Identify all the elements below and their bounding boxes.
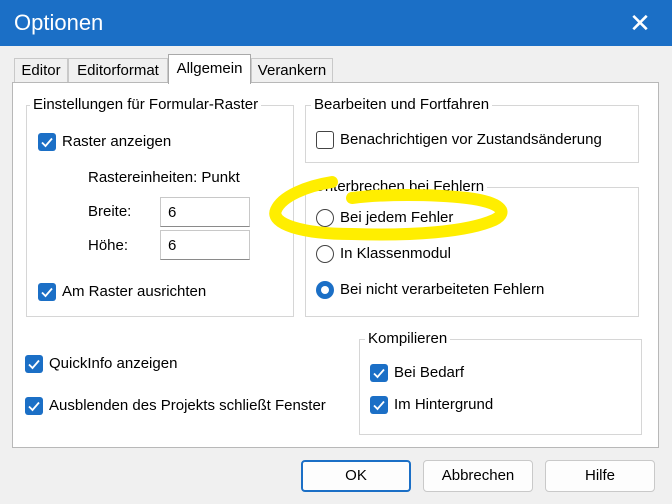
help-button[interactable]: Hilfe: [545, 460, 655, 492]
notify-before-state-change-checkbox[interactable]: [316, 131, 334, 149]
show-grid-checkbox[interactable]: [38, 133, 56, 151]
checkmark-icon: [373, 400, 385, 411]
height-input[interactable]: [160, 230, 250, 260]
tab-editor[interactable]: Editor: [14, 58, 68, 82]
edit-continue-legend: Bearbeiten und Fortfahren: [311, 96, 493, 113]
tab-verankern[interactable]: Verankern: [251, 58, 333, 82]
highlight-scribble-icon: [269, 176, 508, 241]
align-to-grid-checkbox[interactable]: [38, 283, 56, 301]
cancel-button[interactable]: Abbrechen: [423, 460, 533, 492]
checkmark-icon: [41, 287, 53, 298]
break-on-unhandled-errors-label: Bei nicht verarbeiteten Fehlern: [340, 281, 545, 298]
align-to-grid-label: Am Raster ausrichten: [62, 283, 207, 300]
window-title: Optionen: [14, 10, 104, 35]
width-input[interactable]: [160, 197, 250, 227]
tab-allgemein[interactable]: Allgemein: [168, 54, 251, 84]
compile-legend: Kompilieren: [365, 330, 451, 347]
width-label: Breite:: [88, 203, 132, 220]
background-compile-label: Im Hintergrund: [394, 396, 494, 413]
background-compile-checkbox[interactable]: [370, 396, 388, 414]
tab-editorformat[interactable]: Editorformat: [68, 58, 168, 82]
quickinfo-checkbox[interactable]: [25, 355, 43, 373]
checkmark-icon: [28, 359, 40, 370]
compile-on-demand-checkbox[interactable]: [370, 364, 388, 382]
collapse-project-hides-windows-checkbox[interactable]: [25, 397, 43, 415]
notify-before-state-change-label: Benachrichtigen vor Zustandsänderung: [340, 131, 602, 148]
compile-group: [359, 339, 642, 435]
collapse-project-hides-windows-label: Ausblenden des Projekts schließt Fenster: [49, 397, 326, 414]
compile-on-demand-label: Bei Bedarf: [394, 364, 465, 381]
height-label: Höhe:: [88, 237, 129, 254]
grid-units-label: Rastereinheiten: Punkt: [88, 169, 240, 186]
close-icon[interactable]: ✕: [620, 4, 660, 42]
checkmark-icon: [41, 137, 53, 148]
checkmark-icon: [28, 401, 40, 412]
checkmark-icon: [373, 368, 385, 379]
break-on-unhandled-errors-radio[interactable]: [316, 281, 334, 299]
quickinfo-label: QuickInfo anzeigen: [49, 355, 178, 372]
ok-button[interactable]: OK: [301, 460, 411, 492]
show-grid-label: Raster anzeigen: [62, 133, 172, 150]
grid-settings-legend: Einstellungen für Formular-Raster: [30, 96, 262, 113]
